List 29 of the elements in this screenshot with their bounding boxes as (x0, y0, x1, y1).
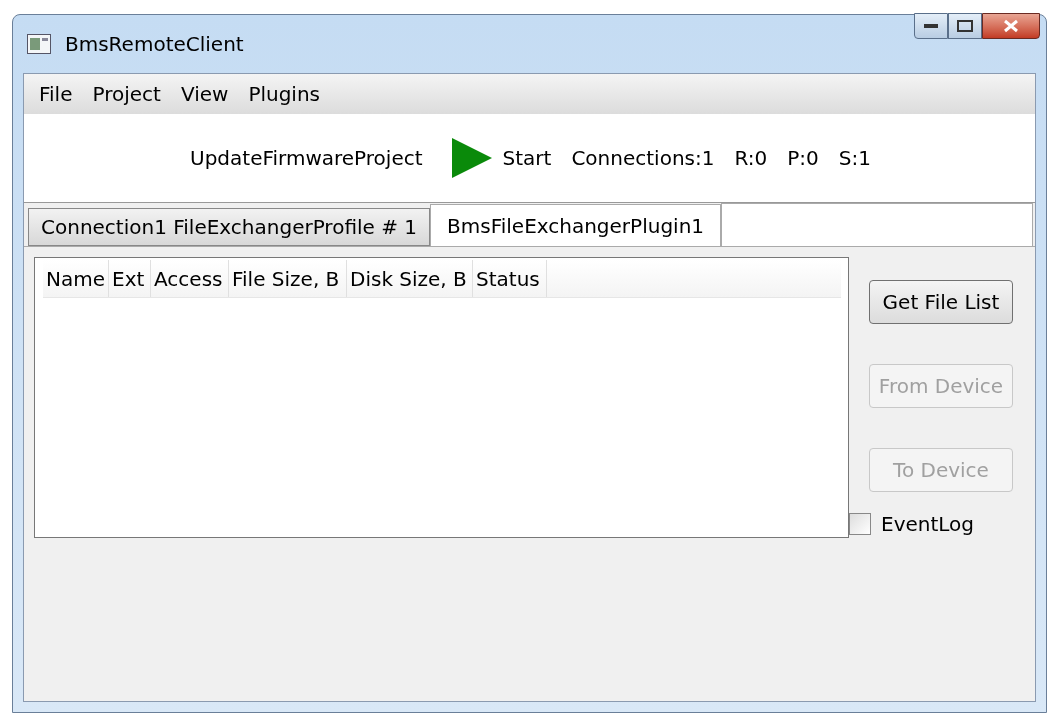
window-title: BmsRemoteClient (65, 31, 244, 58)
maximize-button[interactable] (948, 13, 982, 39)
restore-icon (957, 20, 973, 32)
close-button[interactable] (982, 13, 1040, 39)
start-button[interactable]: Start (450, 137, 552, 179)
menu-item[interactable]: View (170, 79, 239, 109)
column-header[interactable]: Ext (109, 260, 151, 297)
play-icon (450, 137, 493, 179)
menu-item[interactable]: File (29, 79, 83, 109)
menu-item[interactable]: Project (82, 79, 171, 109)
tab[interactable]: BmsFileExchangerPlugin1 (430, 204, 722, 247)
action-button[interactable]: Get File List (869, 280, 1013, 324)
event-log-checkbox[interactable]: EventLog (849, 509, 975, 539)
column-header[interactable]: Status (473, 260, 547, 297)
p-count: P:0 (787, 145, 819, 172)
close-icon (1003, 19, 1019, 33)
column-header[interactable]: Name (43, 260, 109, 297)
connections-count: Connections:1 (571, 145, 715, 172)
column-header[interactable]: Access (151, 260, 229, 297)
minimize-icon (924, 24, 938, 28)
tab[interactable]: Connection1 FileExchangerProfile # 1 (28, 208, 431, 246)
column-header[interactable]: File Size, B (229, 260, 347, 297)
menu-item[interactable]: Plugins (238, 79, 330, 109)
minimize-button[interactable] (914, 13, 948, 39)
column-header[interactable]: Disk Size, B (347, 260, 473, 297)
app-icon (27, 34, 51, 54)
s-count: S:1 (838, 145, 871, 172)
r-count: R:0 (734, 145, 768, 172)
project-name: UpdateFirmwareProject (190, 145, 423, 172)
